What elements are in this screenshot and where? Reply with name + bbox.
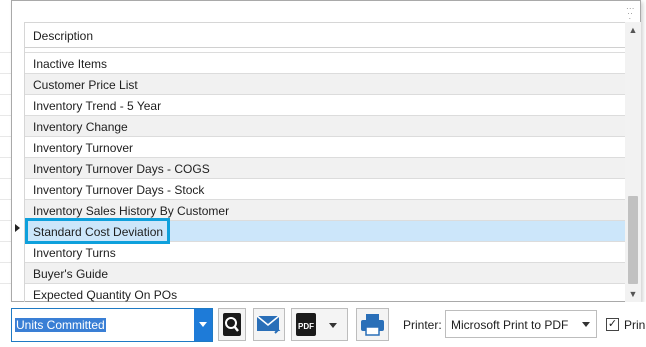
list-item[interactable]: Inventory Change xyxy=(25,116,626,137)
printer-select-value: Microsoft Print to PDF xyxy=(451,318,569,332)
report-dropdown-popup: · · · · · · Description Inactive Items C… xyxy=(11,0,641,305)
scrollbar-thumb[interactable] xyxy=(628,196,638,284)
report-combo-value[interactable]: Units Committed xyxy=(15,318,106,332)
printer-select[interactable]: Microsoft Print to PDF xyxy=(445,310,597,338)
list-item-selected[interactable]: Standard Cost Deviation xyxy=(25,218,626,244)
chevron-down-icon xyxy=(582,322,590,327)
resize-grip-icon[interactable]: · · · · · · xyxy=(626,5,636,23)
bottom-toolbar: Units Committed PDF Printer: Microsoft P… xyxy=(0,302,646,347)
svg-text:PDF: PDF xyxy=(298,322,314,331)
column-header-description[interactable]: Description xyxy=(25,22,626,48)
list-item[interactable]: Inventory Trend - 5 Year xyxy=(25,95,626,116)
print-checkbox-label: Prin xyxy=(624,318,646,332)
pdf-export-button[interactable]: PDF xyxy=(291,308,348,341)
print-button[interactable] xyxy=(356,308,389,341)
scroll-down-icon[interactable]: ▼ xyxy=(625,286,641,302)
popup-title-bar: · · · · · · xyxy=(12,1,640,23)
scroll-up-icon[interactable]: ▲ xyxy=(625,22,641,38)
current-row-indicator-icon xyxy=(15,224,20,232)
printer-icon xyxy=(361,314,384,336)
vertical-scrollbar[interactable]: ▲ ▼ xyxy=(625,22,641,302)
envelope-icon xyxy=(256,315,281,334)
email-button[interactable] xyxy=(253,308,285,341)
list-item[interactable]: Inventory Turnover xyxy=(25,137,626,158)
report-combo[interactable]: Units Committed xyxy=(11,308,213,342)
list-item[interactable]: Inactive Items xyxy=(25,53,626,74)
list-item[interactable]: Inventory Turnover Days - COGS xyxy=(25,158,626,179)
column-header-label: Description xyxy=(33,29,94,43)
preview-button[interactable] xyxy=(218,308,246,341)
printer-label: Printer: xyxy=(403,318,442,332)
print-checkbox[interactable]: ✓ xyxy=(606,318,619,331)
magnifier-document-icon xyxy=(223,313,241,336)
list-item[interactable]: Customer Price List xyxy=(25,74,626,95)
list-item[interactable]: Buyer's Guide xyxy=(25,263,626,284)
list-item[interactable]: Inventory Turnover Days - Stock xyxy=(25,179,626,200)
report-list-grid: Description Inactive Items Customer Pric… xyxy=(24,22,626,305)
list-item[interactable]: Inventory Turns xyxy=(25,242,626,263)
chevron-down-icon[interactable] xyxy=(194,309,212,341)
pdf-icon: PDF xyxy=(296,313,337,336)
